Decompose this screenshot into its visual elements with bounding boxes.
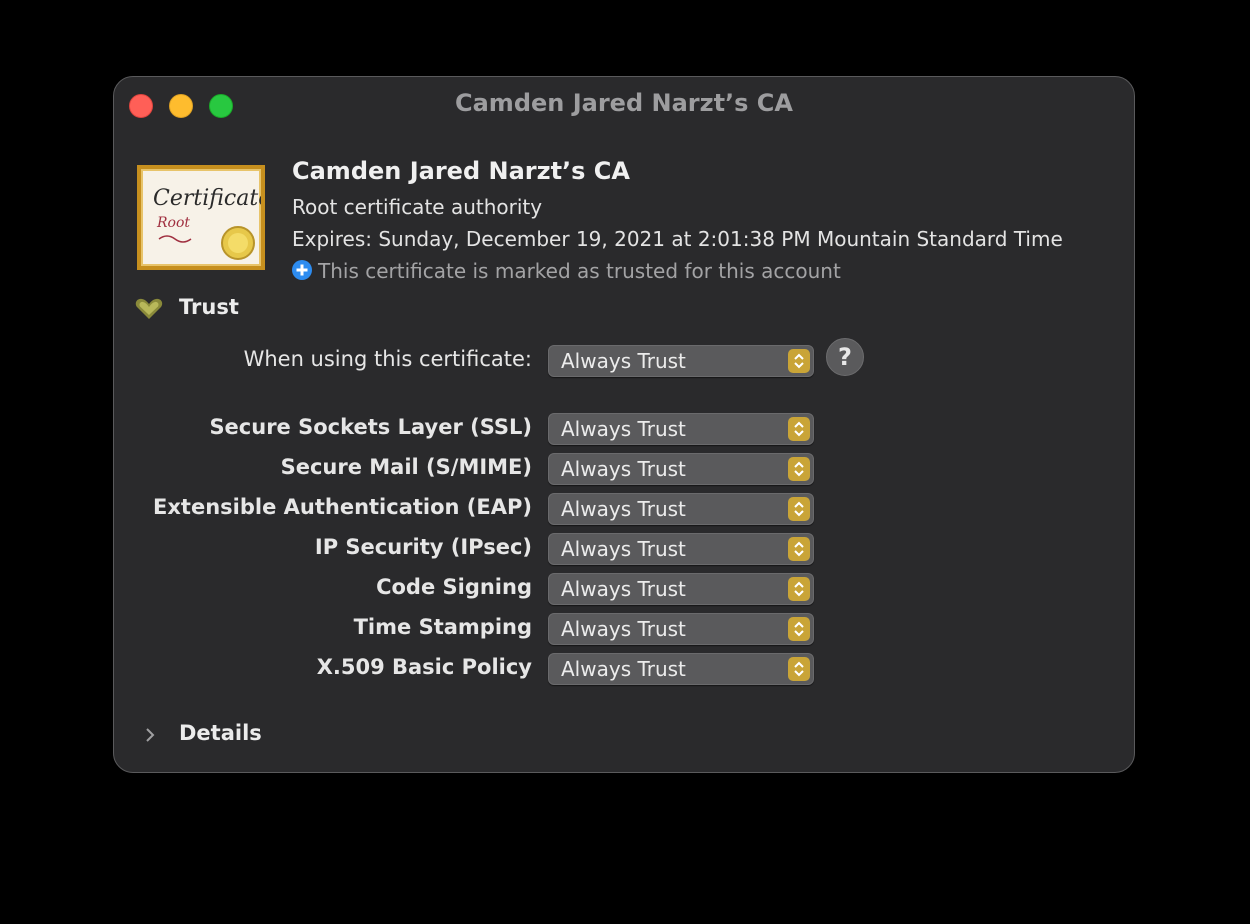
policy-label-smime: Secure Mail (S/MIME) — [280, 455, 532, 479]
up-down-chevron-icon — [788, 657, 810, 681]
up-down-chevron-icon — [788, 457, 810, 481]
policy-popup-code-signing[interactable]: Always Trust — [548, 573, 814, 605]
title-bar[interactable]: Camden Jared Narzt’s CA — [114, 77, 1134, 131]
trust-status: This certificate is marked as trusted fo… — [292, 259, 841, 283]
policy-label-ipsec: IP Security (IPsec) — [314, 535, 532, 559]
policy-value-time-stamping: Always Trust — [561, 617, 686, 641]
certificate-icon-title: Certificate — [153, 186, 261, 211]
policy-value-ssl: Always Trust — [561, 417, 686, 441]
details-label: Details — [179, 721, 262, 745]
policy-popup-x509[interactable]: Always Trust — [548, 653, 814, 685]
plus-circle-icon — [292, 260, 312, 280]
certificate-name: Camden Jared Narzt’s CA — [292, 157, 630, 185]
up-down-chevron-icon — [788, 349, 810, 373]
up-down-chevron-icon — [788, 497, 810, 521]
heart-icon — [135, 298, 163, 319]
policy-label-ssl: Secure Sockets Layer (SSL) — [209, 415, 532, 439]
certificate-icon-subtitle: Root — [156, 215, 190, 231]
policy-label-time-stamping: Time Stamping — [353, 615, 532, 639]
policy-value-eap: Always Trust — [561, 497, 686, 521]
certificate-expiration: Expires: Sunday, December 19, 2021 at 2:… — [292, 227, 1063, 251]
policy-label-code-signing: Code Signing — [376, 575, 532, 599]
policy-popup-time-stamping[interactable]: Always Trust — [548, 613, 814, 645]
when-using-value: Always Trust — [561, 349, 686, 373]
up-down-chevron-icon — [788, 577, 810, 601]
trust-section-label: Trust — [179, 295, 239, 319]
policy-popup-ipsec[interactable]: Always Trust — [548, 533, 814, 565]
policy-popup-smime[interactable]: Always Trust — [548, 453, 814, 485]
policy-value-code-signing: Always Trust — [561, 577, 686, 601]
trust-status-text: This certificate is marked as trusted fo… — [318, 259, 841, 283]
help-button[interactable]: ? — [826, 338, 864, 376]
certificate-window: Camden Jared Narzt’s CA Certificate Root… — [113, 76, 1135, 773]
up-down-chevron-icon — [788, 537, 810, 561]
certificate-kind: Root certificate authority — [292, 195, 543, 219]
window-title: Camden Jared Narzt’s CA — [455, 89, 793, 117]
policy-label-eap: Extensible Authentication (EAP) — [153, 495, 532, 519]
when-using-label: When using this certificate: — [243, 347, 532, 371]
chevron-right-icon — [146, 728, 155, 742]
policy-value-x509: Always Trust — [561, 657, 686, 681]
policy-popup-ssl[interactable]: Always Trust — [548, 413, 814, 445]
up-down-chevron-icon — [788, 617, 810, 641]
policy-label-x509: X.509 Basic Policy — [316, 655, 532, 679]
policy-value-ipsec: Always Trust — [561, 537, 686, 561]
up-down-chevron-icon — [788, 417, 810, 441]
when-using-popup[interactable]: Always Trust — [548, 345, 814, 377]
policy-popup-eap[interactable]: Always Trust — [548, 493, 814, 525]
policy-value-smime: Always Trust — [561, 457, 686, 481]
certificate-icon: Certificate Root — [137, 165, 265, 270]
